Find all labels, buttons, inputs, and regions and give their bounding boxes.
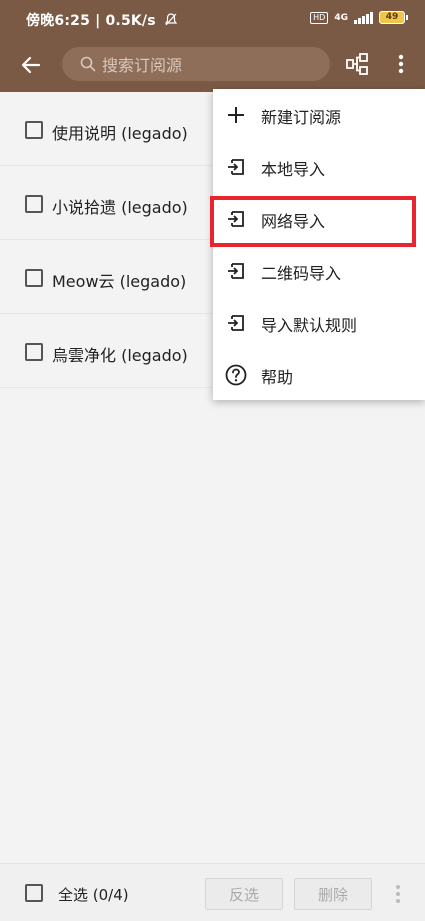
item-label: 小说拾遗 (legado) [52, 198, 188, 217]
highlight-box [210, 196, 416, 247]
battery-level: 49 [385, 12, 399, 22]
item-checkbox[interactable] [25, 343, 43, 361]
more-vert-icon [396, 885, 400, 903]
search-input[interactable]: 搜索订阅源 [62, 47, 330, 81]
bottom-more-button[interactable] [388, 882, 408, 906]
toolbar: 搜索订阅源 [0, 38, 425, 92]
import-icon [225, 312, 247, 334]
item-label: 使用说明 (legado) [52, 124, 188, 143]
more-menu-button[interactable] [388, 49, 414, 79]
menu-item-help[interactable]: 帮助 [213, 349, 425, 401]
bell-off-icon [164, 13, 178, 29]
search-placeholder: 搜索订阅源 [102, 56, 183, 75]
signal-icon [354, 11, 373, 24]
battery-icon: 49 [379, 11, 408, 24]
help-icon [225, 364, 247, 386]
hd-badge: HD [310, 11, 329, 24]
menu-item-label: 二维码导入 [261, 264, 342, 283]
menu-item-qr-import[interactable]: 二维码导入 [213, 245, 425, 297]
network-label: 4G [334, 12, 348, 23]
back-button[interactable] [16, 50, 46, 80]
item-label: 烏雲净化 (legado) [52, 346, 188, 365]
menu-item-default-rules[interactable]: 导入默认规则 [213, 297, 425, 349]
status-icons: HD 4G 49 [310, 11, 408, 24]
item-checkbox[interactable] [25, 121, 43, 139]
invert-selection-button[interactable]: 反选 [205, 878, 283, 910]
item-label: Meow云 (legado) [52, 272, 187, 291]
import-icon [225, 156, 247, 178]
item-checkbox[interactable] [25, 269, 43, 287]
status-bar: 傍晚6:25 | 0.5K/s HD 4G 49 [0, 0, 425, 38]
menu-item-label: 导入默认规则 [261, 316, 358, 335]
menu-item-label: 帮助 [261, 368, 294, 387]
search-icon [80, 56, 96, 72]
group-button[interactable] [342, 49, 372, 79]
more-vert-icon [398, 54, 404, 74]
item-checkbox[interactable] [25, 195, 43, 213]
menu-item-label: 新建订阅源 [261, 108, 342, 127]
plus-icon [225, 104, 247, 126]
app-header: 傍晚6:25 | 0.5K/s HD 4G 49 搜索订阅源 [0, 0, 425, 92]
menu-item-label: 本地导入 [261, 160, 326, 179]
delete-button[interactable]: 删除 [294, 878, 372, 910]
status-time-speed: 傍晚6:25 | 0.5K/s [26, 10, 178, 30]
select-all-checkbox[interactable] [25, 884, 43, 902]
menu-item-new-source[interactable]: 新建订阅源 [213, 89, 425, 141]
select-all-label[interactable]: 全选 (0/4) [58, 884, 129, 905]
group-icon [346, 53, 368, 75]
arrow-left-icon [21, 56, 41, 74]
status-text: 傍晚6:25 | 0.5K/s [26, 13, 156, 29]
bottom-bar: 全选 (0/4) 反选 删除 [0, 863, 425, 921]
menu-item-local-import[interactable]: 本地导入 [213, 141, 425, 193]
import-icon [225, 260, 247, 282]
